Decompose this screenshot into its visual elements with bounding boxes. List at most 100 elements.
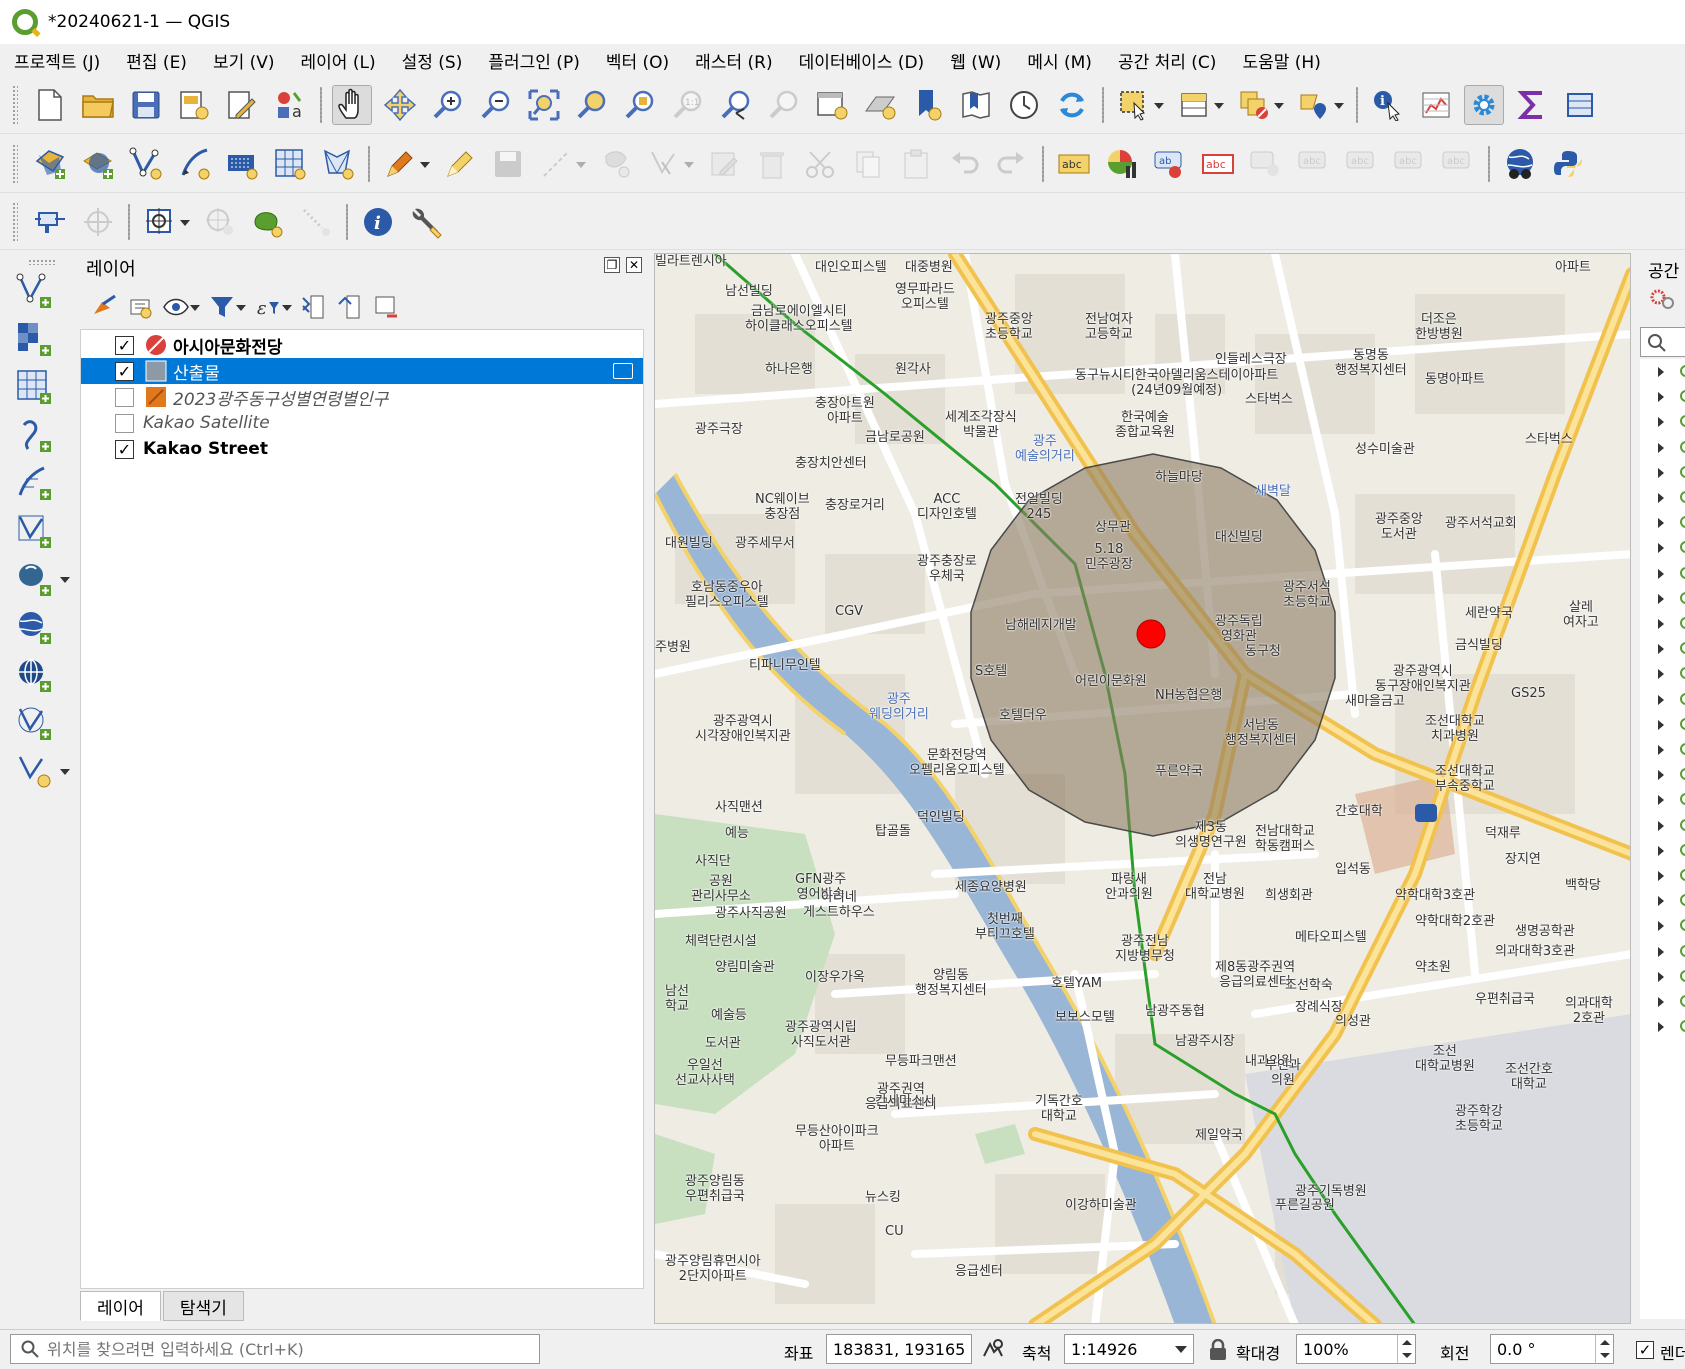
add-feature-icon[interactable] — [536, 144, 586, 184]
expand-arrow-icon[interactable] — [1658, 694, 1664, 705]
expand-arrow-icon[interactable] — [1658, 493, 1664, 503]
open-project-icon[interactable] — [78, 85, 118, 125]
refresh-icon[interactable] — [1052, 85, 1092, 125]
manage-visibility-icon[interactable] — [160, 291, 200, 323]
layer-tree[interactable]: ✓ 아시아문화전당 ✓ 산출물 2023광주동구성별연령별인구 Kakao Sa… — [80, 329, 644, 1289]
georeferencer-icon[interactable] — [140, 202, 190, 242]
delete-selected-icon[interactable] — [752, 144, 792, 184]
menu-help[interactable]: 도움말 (H) — [1242, 48, 1320, 73]
expand-arrow-icon[interactable] — [1658, 442, 1664, 453]
zoom-in-icon[interactable] — [428, 85, 468, 125]
menu-database[interactable]: 데이터베이스 (D) — [799, 48, 925, 73]
menu-view[interactable]: 보기 (V) — [213, 48, 275, 73]
virtual-layer-icon[interactable] — [14, 703, 54, 743]
new-project-icon[interactable] — [30, 85, 70, 125]
menu-processing[interactable]: 공간 처리 (C) — [1118, 48, 1217, 73]
filter-legend-icon[interactable] — [206, 291, 246, 323]
scale-dropdown-icon[interactable] — [1175, 1346, 1187, 1353]
expand-arrow-icon[interactable] — [1658, 946, 1664, 957]
zoom-to-layer-icon[interactable] — [620, 85, 660, 125]
expand-arrow-icon[interactable] — [1658, 719, 1664, 730]
expand-arrow-icon[interactable] — [1658, 568, 1664, 579]
expand-arrow-icon[interactable] — [1658, 745, 1664, 755]
menu-project[interactable]: 프로젝트 (J) — [14, 48, 100, 73]
open-styling-icon[interactable] — [88, 291, 120, 323]
menu-web[interactable]: 웹 (W) — [950, 48, 1001, 73]
move-feature-icon[interactable] — [596, 144, 636, 184]
scale-field[interactable]: 1:14926 — [1064, 1334, 1194, 1364]
toolbar-handle[interactable] — [12, 84, 18, 125]
plugin-globe-icon[interactable] — [1500, 144, 1540, 184]
expand-arrow-icon[interactable] — [1658, 417, 1664, 428]
remove-layer-icon[interactable] — [370, 291, 402, 323]
magnifier-field[interactable]: 100% — [1296, 1334, 1416, 1364]
label-highlight-icon[interactable]: abc — [1198, 144, 1238, 184]
save-edits-icon[interactable] — [488, 144, 528, 184]
zoom-full-icon[interactable] — [524, 85, 564, 125]
shape-tool-icon[interactable] — [248, 202, 288, 242]
snapping-icon[interactable] — [30, 202, 70, 242]
new-mesh-layer-icon[interactable] — [14, 367, 54, 407]
statistics-icon[interactable] — [1416, 85, 1456, 125]
add-wms-layer-icon[interactable] — [78, 144, 118, 184]
menu-raster[interactable]: 래스터 (R) — [695, 48, 772, 73]
deselect-icon[interactable] — [1234, 85, 1284, 125]
layer-row-output[interactable]: ✓ 산출물 — [81, 358, 643, 384]
label-properties-icon[interactable]: abc — [1438, 144, 1478, 184]
menu-plugins[interactable]: 플러그인 (P) — [488, 48, 579, 73]
new-bookmark-icon[interactable] — [908, 85, 948, 125]
wfs-layer-icon[interactable] — [14, 655, 54, 695]
edit-pencil-icon[interactable] — [380, 144, 430, 184]
processing-tree[interactable] — [1640, 359, 1685, 1319]
tab-layers[interactable]: 레이어 — [80, 1291, 161, 1321]
expand-arrow-icon[interactable] — [1658, 871, 1664, 881]
modify-attributes-icon[interactable] — [704, 144, 744, 184]
cut-icon[interactable] — [800, 144, 840, 184]
info-icon[interactable]: i — [358, 202, 398, 242]
undo-icon[interactable] — [944, 144, 984, 184]
layout-manager-icon[interactable] — [222, 85, 262, 125]
expand-arrow-icon[interactable] — [1658, 1022, 1664, 1033]
menu-vector[interactable]: 벡터 (O) — [606, 48, 669, 73]
toggle-editing-icon[interactable] — [440, 144, 480, 184]
new-virtual-layer-icon[interactable] — [14, 463, 54, 503]
toggle-extents-icon[interactable] — [980, 1338, 1004, 1362]
coordinate-field[interactable]: 183831, 193165 — [826, 1334, 972, 1364]
redo-icon[interactable] — [992, 144, 1032, 184]
new-gps-layer-icon[interactable] — [14, 415, 54, 455]
vertex-tool-icon[interactable] — [644, 144, 694, 184]
show-hide-labels-icon[interactable] — [1246, 144, 1286, 184]
style-manager-icon[interactable]: a — [270, 85, 310, 125]
layer-row-asia-culture-center[interactable]: ✓ 아시아문화전당 — [81, 332, 643, 358]
layer-row-kakao-satellite[interactable]: Kakao Satellite — [81, 410, 643, 436]
expand-arrow-icon[interactable] — [1658, 997, 1664, 1007]
expand-arrow-icon[interactable] — [1658, 896, 1664, 907]
label-pin-icon[interactable]: ab — [1150, 144, 1190, 184]
temporary-layer-icon[interactable] — [613, 363, 633, 379]
add-group-icon[interactable] — [124, 291, 156, 323]
expand-arrow-icon[interactable] — [1658, 593, 1664, 604]
layer-visibility-checkbox[interactable]: ✓ — [115, 335, 134, 355]
expand-arrow-icon[interactable] — [1658, 543, 1664, 554]
processing-settings-icon[interactable] — [1648, 287, 1676, 311]
zoom-native-icon[interactable]: 1:1 — [668, 85, 708, 125]
close-panel-icon[interactable]: ✕ — [626, 257, 642, 273]
menu-settings[interactable]: 설정 (S) — [402, 48, 463, 73]
digitize-icon[interactable] — [126, 144, 166, 184]
new-vector-layer-icon[interactable] — [14, 271, 54, 311]
attribute-table-icon[interactable] — [1174, 85, 1224, 125]
save-project-icon[interactable] — [126, 85, 166, 125]
expand-arrow-icon[interactable] — [1658, 770, 1664, 781]
expand-arrow-icon[interactable] — [1658, 467, 1664, 478]
zoom-next-icon[interactable] — [764, 85, 804, 125]
print-layout-icon[interactable] — [174, 85, 214, 125]
tab-browser[interactable]: 탐색기 — [162, 1291, 244, 1321]
wms-layer-icon[interactable] — [14, 607, 54, 647]
zoom-last-icon[interactable] — [716, 85, 756, 125]
measure-icon[interactable] — [296, 202, 336, 242]
new-raster-layer-icon[interactable] — [14, 319, 54, 359]
rotation-spinner[interactable] — [1595, 1335, 1613, 1363]
expand-arrow-icon[interactable] — [1658, 644, 1664, 655]
toolbar-handle[interactable] — [28, 259, 56, 265]
expand-arrow-icon[interactable] — [1658, 795, 1664, 806]
